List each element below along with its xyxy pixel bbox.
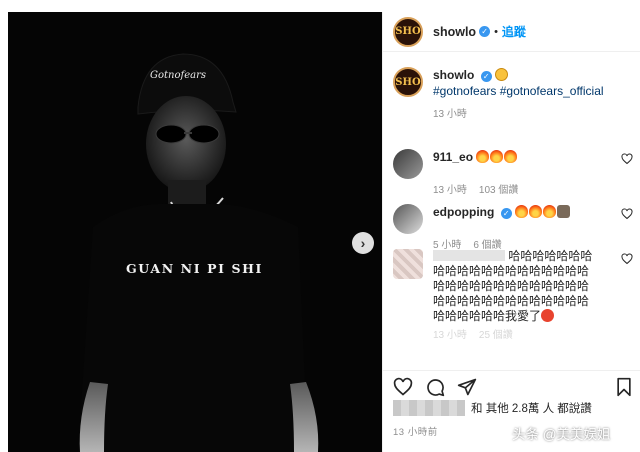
verified-badge-icon: ✓ xyxy=(500,208,512,219)
caption-avatar[interactable]: SHO xyxy=(393,67,423,97)
fire-emoji-icon xyxy=(504,150,518,163)
likes-summary: 和 其他 2.8萬 人 都說讚 xyxy=(393,400,592,416)
comment-text-line: 哈哈哈哈哈哈哈 xyxy=(508,249,593,263)
caption-hashtags[interactable]: #gotnofears #gotnofears_official xyxy=(433,84,604,98)
comment-avatar[interactable] xyxy=(393,204,423,234)
post-caption: SHO showlo ✓ #gotnofears #gotnofears_off… xyxy=(393,67,633,120)
heart-eyes-emoji-icon xyxy=(541,309,555,322)
like-comment-heart-icon[interactable] xyxy=(621,253,633,265)
comment-time[interactable]: 13 小時 xyxy=(433,185,467,196)
comment-avatar[interactable] xyxy=(393,149,423,179)
blurred-username xyxy=(433,250,505,261)
avatar[interactable]: SHO xyxy=(393,16,423,47)
comment-username[interactable]: edpopping xyxy=(433,205,494,219)
watermark-text: 头条 @美美娱姐 xyxy=(512,427,611,442)
verified-badge-icon: ✓ xyxy=(479,26,491,37)
next-image-button[interactable]: › xyxy=(352,232,374,254)
comment-avatar[interactable] xyxy=(393,249,423,279)
like-heart-icon[interactable] xyxy=(393,377,413,397)
cap-logo-text: Gotnofears xyxy=(150,70,206,81)
comment-time[interactable]: 13 小時 xyxy=(433,330,467,341)
shirt-print-text: GUAN NI PI SHI xyxy=(126,261,263,276)
fire-emoji-icon xyxy=(490,150,504,163)
grinning-face-emoji-icon xyxy=(495,68,509,81)
likes-text[interactable]: 和 其他 2.8萬 人 都說讚 xyxy=(471,400,592,416)
monkey-emoji-icon xyxy=(557,205,571,218)
instagram-post: Gotnofears GUAN NI PI SHI › SHO showlo ✓… xyxy=(8,12,640,452)
share-paper-plane-icon[interactable] xyxy=(457,377,477,397)
fire-emoji-icon xyxy=(476,150,490,163)
comment-likes[interactable]: 25 個讚 xyxy=(479,330,513,341)
post-timestamp[interactable]: 13 小時前 xyxy=(393,424,438,438)
post-details-panel: SHO showlo ✓ • 追蹤 SHO showlo ✓ #gotnofea… xyxy=(382,12,640,452)
separator-dot: • xyxy=(494,25,498,38)
verified-badge-icon: ✓ xyxy=(480,71,492,82)
comment-item: edpopping ✓ 5 小時 6 個讚 xyxy=(393,204,633,251)
comment-item: 911_eo 13 小時 103 個讚 xyxy=(393,149,633,196)
comment-bubble-icon[interactable] xyxy=(425,377,445,397)
comment-text-line: 哈哈哈哈哈哈哈哈哈哈哈哈哈 xyxy=(433,264,590,278)
comment-likes[interactable]: 103 個讚 xyxy=(479,185,518,196)
comment-text-line: 哈哈哈哈哈哈哈哈哈哈哈哈哈 xyxy=(433,279,590,293)
comment-username[interactable]: 911_eo xyxy=(433,150,473,164)
follow-button[interactable]: 追蹤 xyxy=(502,23,526,40)
like-comment-heart-icon[interactable] xyxy=(621,153,633,165)
save-bookmark-icon[interactable] xyxy=(615,377,633,397)
fire-emoji-icon xyxy=(529,205,543,218)
header-username[interactable]: showlo xyxy=(433,25,476,39)
post-image[interactable]: Gotnofears GUAN NI PI SHI › xyxy=(8,12,382,452)
like-comment-heart-icon[interactable] xyxy=(621,208,633,220)
fire-emoji-icon xyxy=(515,205,529,218)
chevron-right-icon: › xyxy=(360,235,366,251)
post-header: SHO showlo ✓ • 追蹤 xyxy=(383,12,640,52)
caption-username[interactable]: showlo xyxy=(433,68,474,82)
blurred-liker-avatars xyxy=(393,400,465,416)
fire-emoji-icon xyxy=(543,205,557,218)
comment-text-line: 哈哈哈哈哈哈哈哈哈哈哈哈哈 xyxy=(433,294,590,308)
action-bar xyxy=(383,370,640,400)
comment-text-line: 哈哈哈哈哈哈我愛了 xyxy=(433,309,542,323)
comment-item: 哈哈哈哈哈哈哈 哈哈哈哈哈哈哈哈哈哈哈哈哈 哈哈哈哈哈哈哈哈哈哈哈哈哈 哈哈哈哈… xyxy=(393,249,633,341)
caption-time[interactable]: 13 小時 xyxy=(433,109,467,120)
